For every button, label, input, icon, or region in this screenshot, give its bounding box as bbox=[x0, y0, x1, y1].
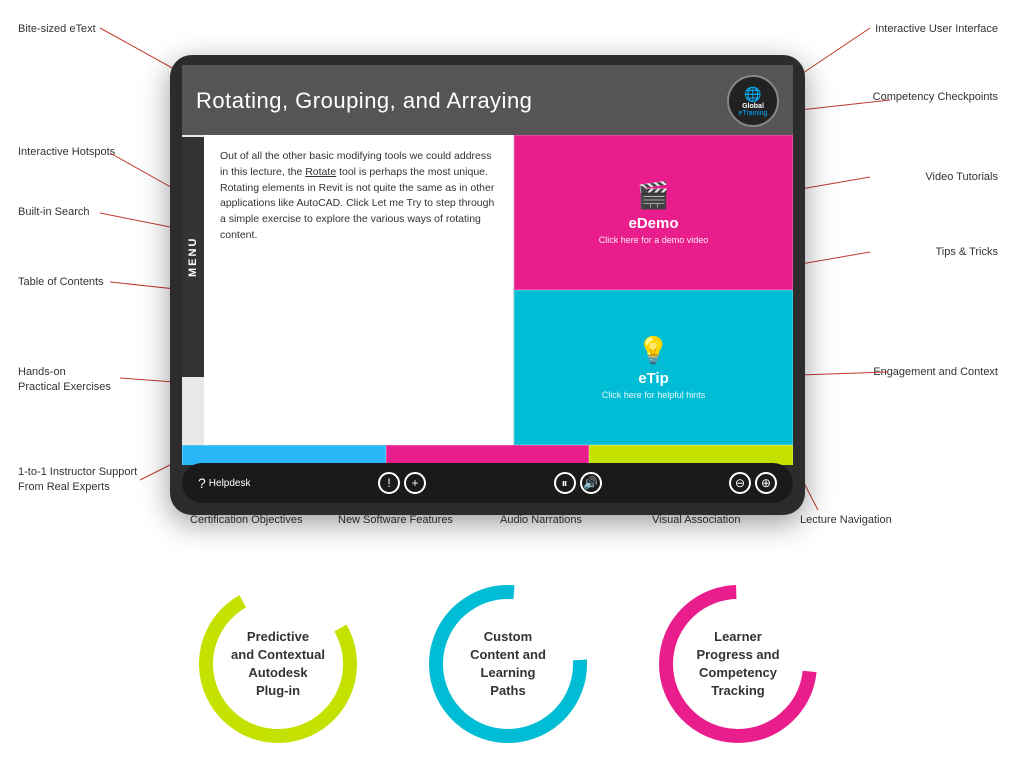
toolbar: ? Helpdesk ! + ⏸ 🔊 ⊖ ⊕ bbox=[182, 463, 793, 503]
edemo-icon: 🎬 bbox=[637, 180, 669, 211]
helpdesk-item[interactable]: ? Helpdesk bbox=[198, 475, 251, 491]
etip-sub: Click here for helpful hints bbox=[602, 390, 706, 400]
edemo-title: eDemo bbox=[628, 215, 678, 232]
screen-title: Rotating, Grouping, and Arraying bbox=[196, 88, 532, 114]
screen-content-area: MENU Out of all the other basic modifyin… bbox=[182, 135, 793, 445]
circles-section: Predictiveand ContextualAutodeskPlug-in … bbox=[0, 579, 1016, 749]
label-table-of-contents: Table of Contents bbox=[18, 275, 104, 289]
etip-title: eTip bbox=[638, 370, 669, 387]
cert-icon: ! bbox=[387, 476, 390, 490]
circle-pink-text: LearnerProgress andCompetencyTracking bbox=[696, 628, 779, 701]
new-features-button[interactable]: + bbox=[404, 472, 426, 494]
label-bite-sized: Bite-sized eText bbox=[18, 22, 96, 36]
label-interactive-ui: Interactive User Interface bbox=[875, 22, 998, 36]
body-text: Out of all the other basic modifying too… bbox=[220, 149, 497, 244]
volume-icon: 🔊 bbox=[583, 476, 598, 490]
nav-right-button[interactable]: ⊕ bbox=[755, 472, 777, 494]
logo-global-text: Global bbox=[742, 103, 764, 110]
tablet-shell: Rotating, Grouping, and Arraying 🌐 Globa… bbox=[170, 55, 805, 515]
tile-learnmore[interactable]: 🧠 Learn More Content you need to know bbox=[589, 445, 793, 465]
cert-group[interactable]: ! + bbox=[378, 472, 426, 494]
global-logo: 🌐 Global eTraining bbox=[727, 75, 779, 127]
circle-cyan-text: CustomContent andLearningPaths bbox=[470, 628, 546, 701]
label-cert-obj: Certification Objectives bbox=[190, 513, 303, 527]
etip-icon: 💡 bbox=[637, 335, 669, 366]
mid-tile-row: 💡 eTip Click here for helpful hints bbox=[514, 290, 793, 445]
circle-green: Predictiveand ContextualAutodeskPlug-in bbox=[193, 579, 363, 749]
label-1to1: 1-to-1 Instructor SupportFrom Real Exper… bbox=[18, 465, 137, 496]
label-hands-on: Hands-onPractical Exercises bbox=[18, 365, 111, 396]
circle-green-text: Predictiveand ContextualAutodeskPlug-in bbox=[231, 628, 325, 701]
label-competency: Competency Checkpoints bbox=[873, 90, 998, 104]
tablet-screen: Rotating, Grouping, and Arraying 🌐 Globa… bbox=[182, 65, 793, 465]
pause-icon: ⏸ bbox=[561, 476, 567, 491]
rotate-underline: Rotate bbox=[305, 166, 336, 178]
audio-group[interactable]: ⏸ 🔊 bbox=[554, 472, 602, 494]
top-tile-row: 🎬 eDemo Click here for a demo video bbox=[514, 135, 793, 290]
nav-left-button[interactable]: ⊖ bbox=[729, 472, 751, 494]
nav-right-icon: ⊕ bbox=[761, 476, 771, 490]
circle-pink: LearnerProgress andCompetencyTracking bbox=[653, 579, 823, 749]
label-audio-narrations: Audio Narrations bbox=[500, 513, 582, 527]
bottom-tile-row: 🎮 Let Me Try Let's Play! Try it now! 🔍 V… bbox=[182, 445, 793, 465]
label-new-features: New Software Features bbox=[338, 513, 453, 527]
label-lecture-nav: Lecture Navigation bbox=[800, 513, 892, 527]
label-engagement: Engagement and Context bbox=[873, 365, 998, 379]
helpdesk-label: Helpdesk bbox=[209, 478, 251, 489]
new-features-icon: + bbox=[411, 476, 418, 490]
edemo-sub: Click here for a demo video bbox=[599, 235, 709, 245]
label-interactive-hotspots: Interactive Hotspots bbox=[18, 145, 115, 159]
label-tips-tricks: Tips & Tricks bbox=[935, 245, 998, 259]
tile-etip[interactable]: 💡 eTip Click here for helpful hints bbox=[514, 290, 793, 445]
pause-button[interactable]: ⏸ bbox=[554, 472, 576, 494]
menu-sidebar[interactable]: MENU bbox=[182, 137, 204, 377]
volume-button[interactable]: 🔊 bbox=[580, 472, 602, 494]
right-tiles: 🎬 eDemo Click here for a demo video 💡 eT… bbox=[514, 135, 793, 445]
helpdesk-icon: ? bbox=[198, 475, 206, 491]
logo-etraining-text: eTraining bbox=[739, 110, 768, 117]
screen-header: Rotating, Grouping, and Arraying 🌐 Globa… bbox=[182, 65, 793, 135]
content-text-panel: Out of all the other basic modifying too… bbox=[204, 135, 514, 445]
tile-edemo[interactable]: 🎬 eDemo Click here for a demo video bbox=[514, 135, 793, 290]
label-visual-assoc: Visual Association bbox=[652, 513, 740, 527]
nav-left-icon: ⊖ bbox=[735, 476, 745, 490]
label-video-tutorials: Video Tutorials bbox=[925, 170, 998, 184]
nav-group[interactable]: ⊖ ⊕ bbox=[729, 472, 777, 494]
tile-viewimage[interactable]: 🔍 View Image Architectural Annotation bbox=[386, 445, 590, 465]
tile-letmetry[interactable]: 🎮 Let Me Try Let's Play! Try it now! bbox=[182, 445, 386, 465]
menu-label: MENU bbox=[187, 237, 199, 277]
cert-button[interactable]: ! bbox=[378, 472, 400, 494]
globe-icon: 🌐 bbox=[744, 86, 761, 103]
label-built-in-search: Built-in Search bbox=[18, 205, 90, 219]
circle-cyan: CustomContent andLearningPaths bbox=[423, 579, 593, 749]
